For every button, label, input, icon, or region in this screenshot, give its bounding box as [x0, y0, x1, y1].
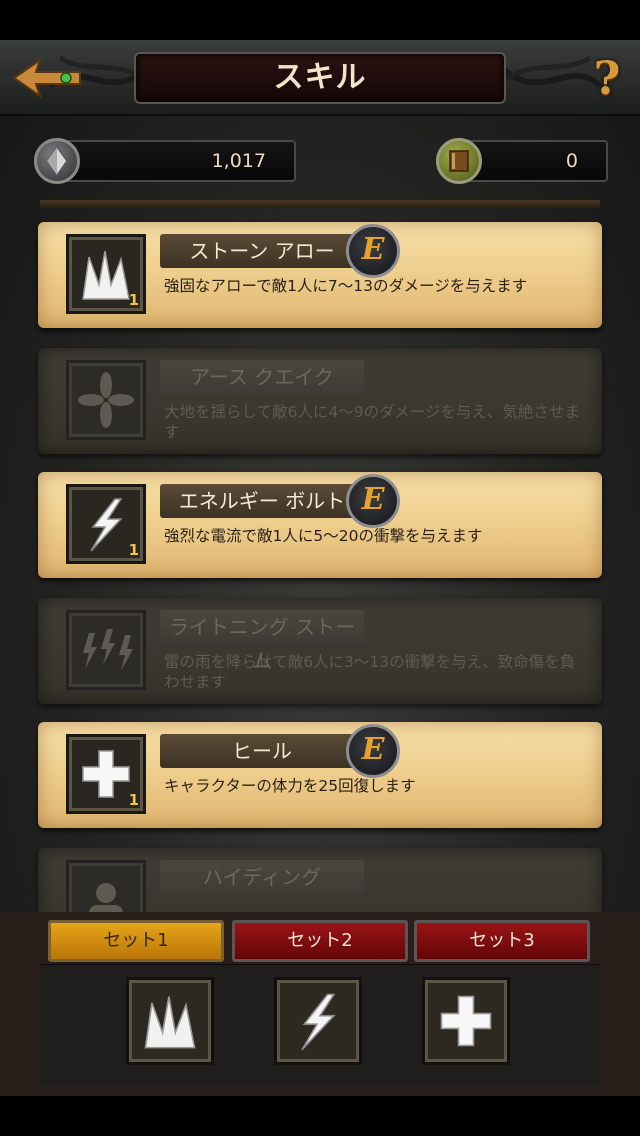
stone-arrow-icon — [144, 996, 196, 1049]
page-title: スキル — [273, 60, 367, 95]
tab-set-1[interactable]: セット1 — [48, 920, 224, 962]
title-plate: スキル — [134, 52, 506, 104]
skill-icon-frame: 1 — [66, 484, 146, 564]
list-divider — [40, 200, 600, 208]
skill-name: ハイディング — [202, 865, 322, 889]
skill-name-plate: エネルギー ボルト — [160, 484, 364, 518]
equipped-badge[interactable]: E — [346, 474, 400, 528]
equipped-slot-3[interactable] — [422, 977, 510, 1065]
skill-description: 雷の雨を降らせて敵6人に3～13の衝撃を与え、致命傷を負わせます — [164, 653, 576, 691]
skill-description: キャラクターの体力を25回復します — [164, 777, 416, 795]
skill-name: ヒール — [232, 739, 292, 763]
skill-card-stone-arrow[interactable]: 1 ストーン アロー E 強固なアローで敵1人に7～13のダメージを与えます — [38, 222, 602, 328]
book-count: 0 — [565, 150, 578, 172]
skill-set-panel: セット1 セット2 セット3 — [0, 912, 640, 1136]
skill-name: アース クエイク — [190, 365, 334, 389]
skill-card-energy-bolt[interactable]: 1 エネルギー ボルト E 強烈な電流で敵1人に5～20の衝撃を与えます — [38, 472, 602, 578]
book-icon — [436, 138, 482, 184]
skill-level: 1 — [128, 291, 139, 309]
bottom-bar — [0, 1096, 640, 1136]
tab-set-2[interactable]: セット2 — [232, 920, 408, 962]
skill-card-lightning-storm[interactable]: ライトニング ストーム 雷の雨を降らせて敵6人に3～13の衝撃を与え、致命傷を負… — [38, 598, 602, 704]
tab-set-3[interactable]: セット3 — [414, 920, 590, 962]
back-button[interactable] — [10, 54, 84, 102]
energy-bolt-icon — [301, 993, 336, 1051]
gem-count: 1,017 — [211, 150, 266, 172]
skill-name: エネルギー ボルト — [178, 489, 346, 513]
skill-description: 強固なアローで敵1人に7～13のダメージを与えます — [164, 277, 528, 295]
skill-card-earthquake[interactable]: アース クエイク 大地を揺らして敵6人に4～9のダメージを与え、気絶させます — [38, 348, 602, 454]
skill-icon-frame: 1 — [66, 234, 146, 314]
gem-counter: 1,017 — [52, 140, 296, 182]
skill-name-plate: ライトニング ストーム — [160, 610, 364, 673]
equipped-slot-2[interactable] — [274, 977, 362, 1065]
skill-description: 大地を揺らして敵6人に4～9のダメージを与え、気絶させます — [164, 403, 580, 441]
skill-name: ストーン アロー — [189, 239, 335, 263]
skill-icon-frame: 1 — [66, 734, 146, 814]
earthquake-icon — [78, 372, 134, 428]
status-bar — [0, 0, 640, 40]
skill-card-hiding[interactable]: ハイディング — [38, 848, 602, 912]
back-arrow-icon — [12, 57, 81, 99]
skill-name-plate: ハイディング — [160, 860, 364, 894]
heal-icon — [440, 995, 492, 1047]
skill-list[interactable]: 1 ストーン アロー E 強固なアローで敵1人に7～13のダメージを与えます ア… — [0, 200, 640, 912]
help-button[interactable]: ? — [584, 52, 630, 104]
hiding-icon — [89, 883, 123, 912]
equipped-slots — [40, 964, 600, 1086]
skill-icon-frame — [66, 860, 146, 912]
lightning-storm-icon — [83, 629, 133, 671]
skill-level: 1 — [128, 541, 139, 559]
skill-icon-frame — [66, 360, 146, 440]
skill-level: 1 — [128, 791, 139, 809]
skill-icon-frame — [66, 610, 146, 690]
gem-icon — [34, 138, 80, 184]
header: スキル ? — [0, 40, 640, 116]
equipped-slot-1[interactable] — [126, 977, 214, 1065]
skill-name-plate: ヒール — [160, 734, 364, 768]
equipped-badge[interactable]: E — [346, 224, 400, 278]
skill-description: 強烈な電流で敵1人に5～20の衝撃を与えます — [164, 527, 483, 545]
skill-name-plate: ストーン アロー — [160, 234, 364, 268]
equipped-badge[interactable]: E — [346, 724, 400, 778]
skill-name-plate: アース クエイク — [160, 360, 364, 394]
skill-card-heal[interactable]: 1 ヒール E キャラクターの体力を25回復します — [38, 722, 602, 828]
